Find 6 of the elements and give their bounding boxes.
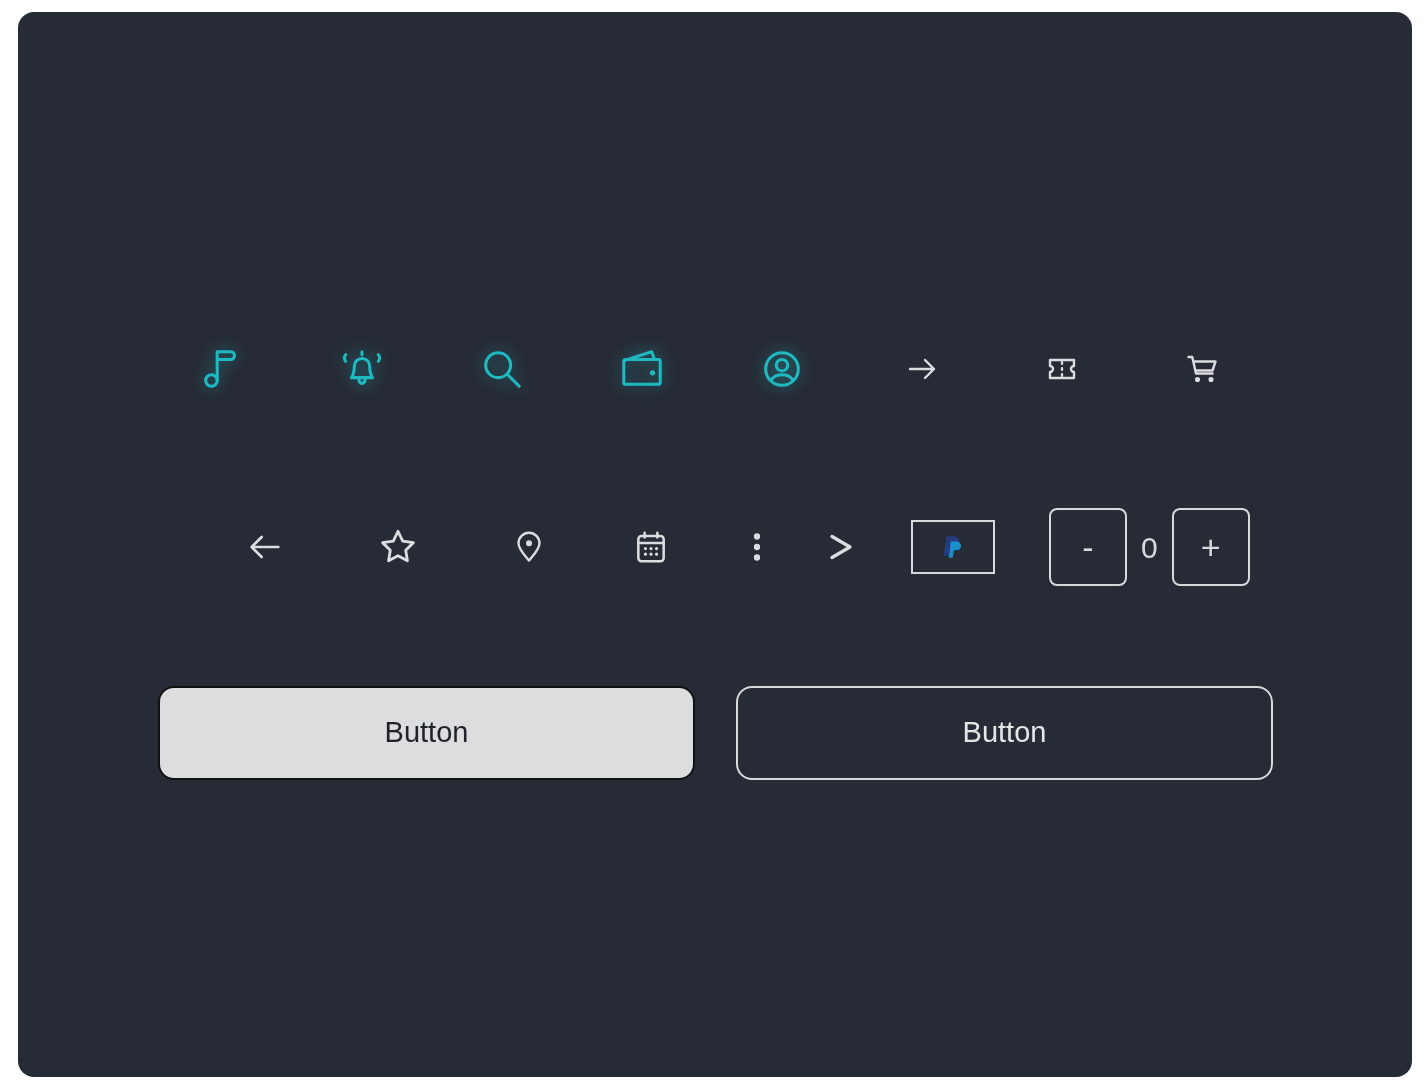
outline-button[interactable]: Button <box>736 686 1273 780</box>
quantity-value: 0 <box>1141 529 1158 566</box>
primary-button[interactable]: Button <box>158 686 695 780</box>
payment-button[interactable] <box>911 520 995 574</box>
increment-button[interactable]: + <box>1171 508 1250 586</box>
decrement-button[interactable]: - <box>1049 508 1127 586</box>
